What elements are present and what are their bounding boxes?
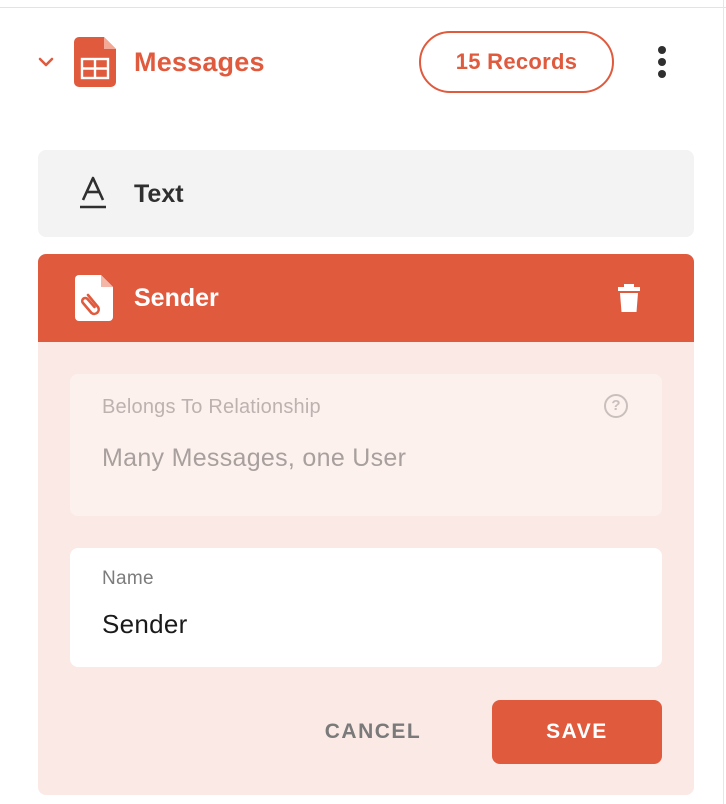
- collection-header: Messages 15 Records: [0, 28, 726, 96]
- collection-panel: Messages 15 Records Text Sender Belongs …: [0, 0, 726, 804]
- table-file-icon: [74, 37, 116, 87]
- save-button[interactable]: SAVE: [492, 700, 662, 764]
- trash-icon[interactable]: [616, 284, 642, 312]
- help-circle-icon[interactable]: ?: [604, 394, 628, 418]
- more-vertical-icon[interactable]: [648, 44, 676, 80]
- field-label-sender: Sender: [134, 284, 219, 312]
- records-count-button[interactable]: 15 Records: [419, 31, 614, 93]
- name-input[interactable]: [102, 606, 622, 642]
- field-editor-sender: Sender Belongs To Relationship Many Mess…: [38, 254, 694, 795]
- relationship-field: Belongs To Relationship Many Messages, o…: [70, 374, 662, 516]
- side-divider: [723, 0, 724, 804]
- field-row-text[interactable]: Text: [38, 150, 694, 237]
- cancel-button[interactable]: CANCEL: [306, 701, 440, 763]
- attachment-file-icon: [75, 275, 113, 321]
- field-row-sender[interactable]: Sender: [38, 254, 694, 342]
- text-format-icon: [80, 176, 106, 209]
- relationship-value: Many Messages, one User: [102, 444, 407, 472]
- field-label-text: Text: [134, 180, 184, 208]
- name-field-label: Name: [102, 568, 154, 589]
- chevron-down-icon[interactable]: [36, 52, 56, 72]
- relationship-label: Belongs To Relationship: [102, 396, 321, 418]
- top-divider: [0, 7, 726, 8]
- name-field[interactable]: Name: [70, 548, 662, 667]
- collection-title: Messages: [134, 47, 265, 77]
